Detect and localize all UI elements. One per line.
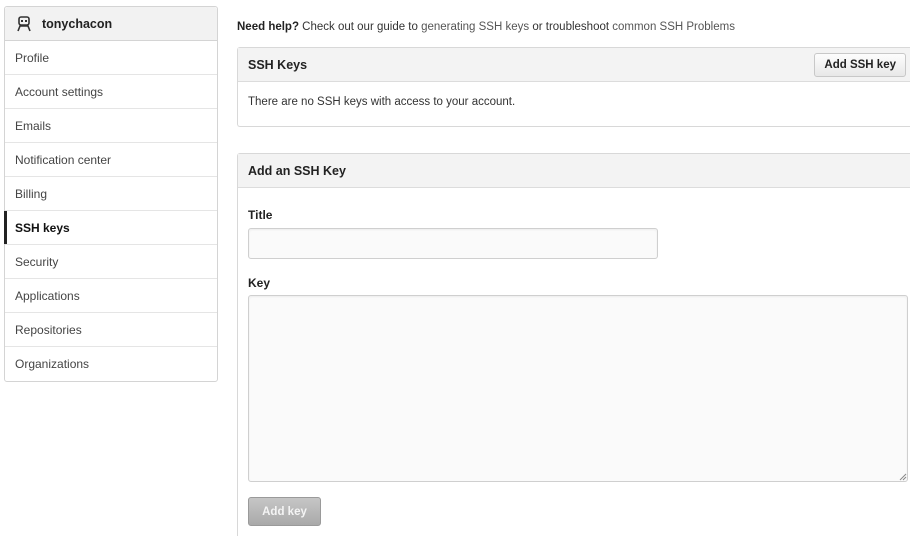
add-ssh-key-header: Add an SSH Key [238,154,910,188]
sidebar-item-repositories[interactable]: Repositories [5,313,217,347]
sidebar-item-ssh-keys[interactable]: SSH keys [4,211,217,245]
avatar-icon [16,15,32,32]
sidebar-item-organizations[interactable]: Organizations [5,347,217,381]
ssh-keys-title: SSH Keys [248,57,308,72]
sidebar-item-emails[interactable]: Emails [5,109,217,143]
sidebar-item-applications[interactable]: Applications [5,279,217,313]
help-prefix: Need help? [237,21,299,33]
title-label: Title [248,208,273,222]
sidebar-item-security[interactable]: Security [5,245,217,279]
key-label: Key [248,276,271,290]
empty-keys-message: There are no SSH keys with access to you… [248,96,516,108]
ssh-keys-panel: SSH Keys Add SSH key There are no SSH ke… [237,47,910,127]
common-ssh-problems-link[interactable]: common SSH Problems [612,21,735,33]
ssh-keys-header: SSH Keys Add SSH key [238,48,910,82]
generating-ssh-keys-link[interactable]: generating SSH keys [421,21,529,33]
sidebar-item-billing[interactable]: Billing [5,177,217,211]
username: tonychacon [42,16,113,31]
help-text-2: or troubleshoot [529,21,613,33]
sidebar-item-account-settings[interactable]: Account settings [5,75,217,109]
key-textarea[interactable] [248,295,908,482]
add-ssh-key-button[interactable]: Add SSH key [814,53,906,77]
settings-sidebar: tonychacon Profile Account settings Emai… [4,6,218,382]
add-ssh-key-panel: Add an SSH Key Title Key Add key [237,153,910,536]
resize-grip-icon[interactable] [899,473,907,481]
sidebar-item-notification-center[interactable]: Notification center [5,143,217,177]
title-input[interactable] [248,228,658,259]
help-text-1: Check out our guide to [298,21,422,33]
sidebar-item-profile[interactable]: Profile [5,41,217,75]
add-key-button[interactable]: Add key [248,497,321,526]
help-text: Need help? Check out our guide to genera… [237,21,735,33]
sidebar-header: tonychacon [5,7,217,41]
